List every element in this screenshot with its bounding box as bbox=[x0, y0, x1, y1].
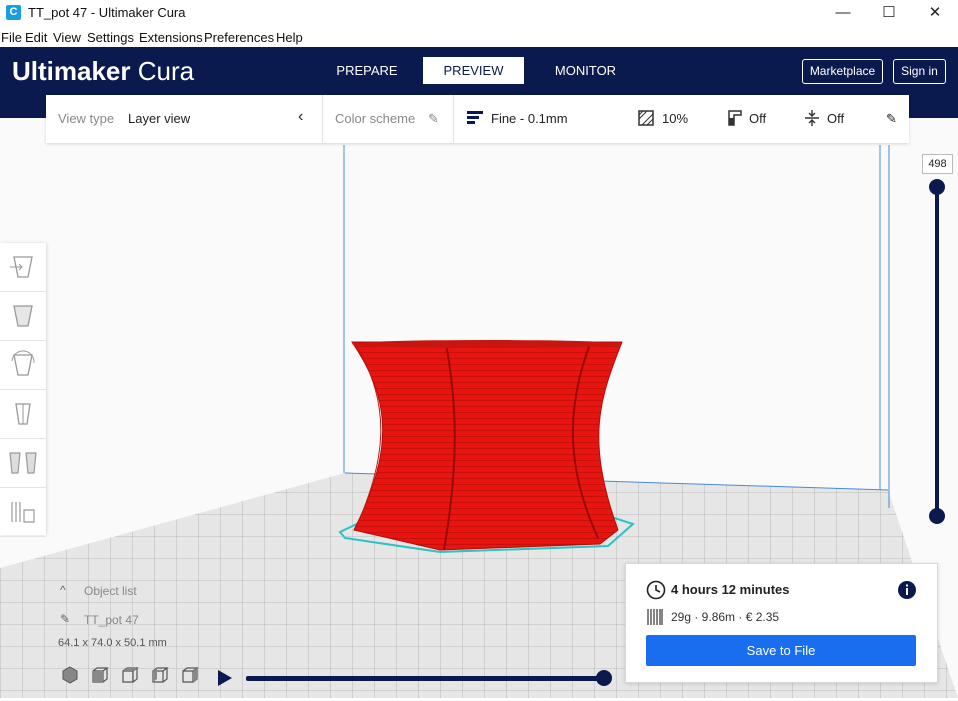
per-model-settings-button[interactable] bbox=[0, 439, 46, 488]
title-bar: C TT_pot 47 - Ultimaker Cura — ☐ ✕ bbox=[0, 0, 958, 26]
save-to-file-button[interactable]: Save to File bbox=[646, 635, 916, 666]
tab-preview[interactable]: PREVIEW bbox=[423, 57, 524, 84]
support-blocker-icon bbox=[11, 502, 35, 523]
adhesion-icon bbox=[805, 110, 819, 126]
simulation-slider-track[interactable] bbox=[246, 676, 604, 681]
minimize-button[interactable]: — bbox=[820, 0, 866, 26]
menu-settings[interactable]: Settings bbox=[87, 30, 134, 45]
infill-value[interactable]: 10% bbox=[662, 111, 688, 126]
menu-file[interactable]: File bbox=[1, 30, 22, 45]
support-value[interactable]: Off bbox=[749, 111, 766, 126]
chevron-up-icon[interactable]: ^ bbox=[60, 583, 66, 597]
close-button[interactable]: ✕ bbox=[912, 0, 958, 26]
object-list-toggle[interactable]: Object list bbox=[84, 584, 137, 598]
move-tool-button[interactable] bbox=[0, 243, 46, 292]
color-scheme-label[interactable]: Color scheme bbox=[335, 111, 415, 126]
clock-icon bbox=[646, 580, 666, 600]
rotate-tool-button[interactable] bbox=[0, 341, 46, 390]
simulation-slider-handle[interactable] bbox=[596, 670, 612, 686]
move-icon bbox=[10, 256, 33, 278]
object-name[interactable]: TT_pot 47 bbox=[84, 613, 139, 627]
left-view-icon[interactable] bbox=[151, 666, 169, 684]
print-time: 4 hours 12 minutes bbox=[671, 582, 790, 597]
menu-help[interactable]: Help bbox=[276, 30, 303, 45]
layer-slider-upper-handle[interactable] bbox=[929, 179, 945, 195]
scale-icon bbox=[13, 305, 33, 327]
view-type-select[interactable]: Layer view bbox=[128, 111, 190, 126]
layer-number-input[interactable]: 498 bbox=[922, 154, 953, 174]
menu-view[interactable]: View bbox=[53, 30, 81, 45]
adhesion-value[interactable]: Off bbox=[827, 111, 844, 126]
maximize-button[interactable]: ☐ bbox=[866, 0, 912, 26]
menu-edit[interactable]: Edit bbox=[25, 30, 47, 45]
tab-prepare[interactable]: PREPARE bbox=[330, 57, 404, 84]
layer-slider-track[interactable] bbox=[935, 186, 939, 517]
right-view-icon[interactable] bbox=[181, 666, 199, 684]
mirror-tool-button[interactable] bbox=[0, 390, 46, 439]
chevron-left-icon[interactable]: ‹ bbox=[298, 108, 303, 126]
menu-bar: File Edit View Settings Extensions Prefe… bbox=[0, 27, 958, 47]
cura-app-icon: C bbox=[6, 5, 21, 20]
infill-icon bbox=[638, 110, 654, 126]
spool-icon bbox=[647, 609, 663, 625]
layer-slider-lower-handle[interactable] bbox=[929, 508, 945, 524]
sign-in-button[interactable]: Sign in bbox=[893, 59, 946, 84]
cura-logo: Ultimaker Cura bbox=[12, 56, 195, 86]
front-view-icon[interactable] bbox=[91, 666, 109, 684]
scale-tool-button[interactable] bbox=[0, 292, 46, 341]
rotate-icon bbox=[11, 350, 35, 376]
menu-extensions[interactable]: Extensions bbox=[139, 30, 203, 45]
menu-preferences[interactable]: Preferences bbox=[204, 30, 274, 45]
play-icon[interactable] bbox=[216, 669, 234, 687]
window-title: TT_pot 47 - Ultimaker Cura bbox=[28, 5, 186, 20]
toolbar-divider bbox=[322, 95, 323, 143]
material-summary: 29g · 9.86m · € 2.35 bbox=[671, 610, 780, 624]
toolbar-divider bbox=[453, 95, 454, 143]
profile-icon bbox=[467, 111, 483, 124]
transform-toolbar bbox=[0, 243, 46, 537]
print-profile[interactable]: Fine - 0.1mm bbox=[491, 111, 568, 126]
support-blocker-button[interactable] bbox=[0, 488, 46, 537]
print-job-panel: 4 hours 12 minutes 29g · 9.86m · € 2.35 … bbox=[625, 563, 938, 683]
info-icon[interactable] bbox=[897, 580, 917, 600]
mirror-icon bbox=[15, 403, 31, 425]
top-view-icon[interactable] bbox=[121, 666, 139, 684]
object-dimensions: 64.1 x 74.0 x 50.1 mm bbox=[58, 637, 167, 649]
view-type-label: View type bbox=[58, 111, 115, 126]
3d-view-icon[interactable] bbox=[61, 666, 79, 684]
tab-monitor[interactable]: MONITOR bbox=[545, 57, 626, 84]
edit-settings-icon[interactable]: ✎ bbox=[886, 111, 897, 127]
support-icon bbox=[728, 110, 742, 126]
view-toolbar: View type Layer view ‹ Color scheme ✎ Fi… bbox=[46, 95, 909, 143]
marketplace-button[interactable]: Marketplace bbox=[802, 59, 883, 84]
pencil-icon[interactable]: ✎ bbox=[60, 612, 70, 626]
per-model-settings-icon bbox=[9, 452, 37, 474]
pencil-icon[interactable]: ✎ bbox=[428, 111, 439, 127]
